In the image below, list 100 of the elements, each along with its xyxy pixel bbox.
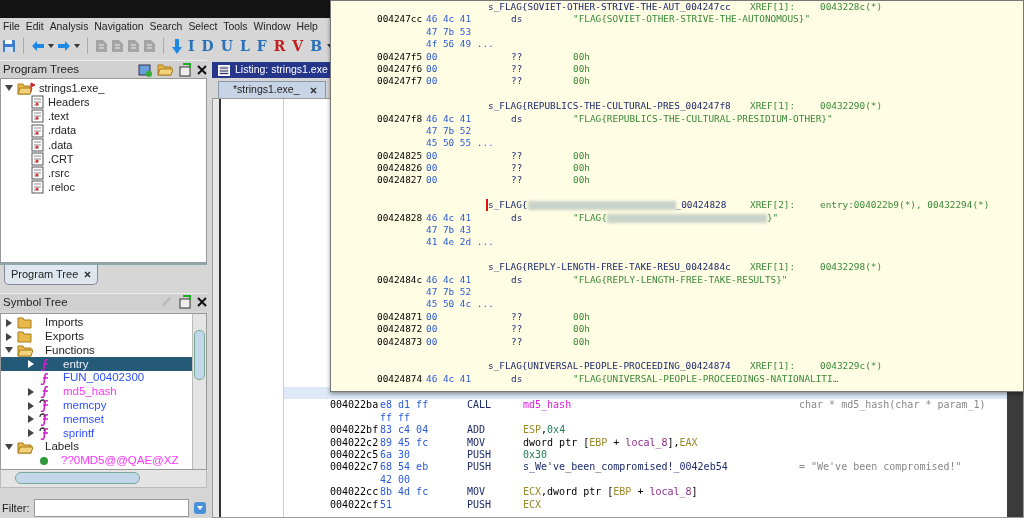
caret-icon[interactable] xyxy=(27,415,35,424)
xref-address[interactable]: 0043228c(*) xyxy=(820,1,883,14)
xref-address[interactable]: 00432298(*) xyxy=(820,261,883,274)
close-icon[interactable] xyxy=(197,64,207,75)
toolbar-button[interactable]: R xyxy=(271,38,288,54)
caret-icon[interactable] xyxy=(27,387,35,396)
file-tab[interactable]: *strings1.exe_ xyxy=(218,81,326,98)
scrollbar-thumb[interactable] xyxy=(194,330,205,380)
mnemonic: ?? xyxy=(511,75,524,88)
menu-item[interactable]: Tools xyxy=(223,20,248,34)
caret-icon[interactable] xyxy=(5,346,13,355)
tab-label: *strings1.exe_ xyxy=(233,82,300,98)
caret-icon[interactable] xyxy=(5,332,13,341)
byte-values: 42 00 xyxy=(380,473,412,487)
menu-item[interactable]: Window xyxy=(253,20,291,34)
caret-icon[interactable] xyxy=(5,318,13,327)
tree-row[interactable]: Labels xyxy=(1,440,192,454)
caret-icon[interactable] xyxy=(48,44,54,48)
xref-address[interactable]: entry:004022b9(*), 00432294(*) xyxy=(820,199,990,212)
tree-item-label: ??0MD5@@QAE@XZ xyxy=(61,453,179,469)
menu-item[interactable]: Edit xyxy=(25,20,44,34)
filter-icon[interactable] xyxy=(193,501,207,516)
mnemonic: ds xyxy=(511,372,524,386)
tree-row[interactable]: Exports xyxy=(1,329,192,344)
tree-row[interactable]: Imports xyxy=(1,316,192,330)
menu-item[interactable]: Navigation xyxy=(94,20,144,34)
mnemonic: MOV xyxy=(467,436,487,450)
close-icon[interactable] xyxy=(309,86,317,94)
menu-item[interactable]: Search xyxy=(149,20,183,34)
toolbar-button[interactable]: U xyxy=(218,38,235,54)
export-icon[interactable] xyxy=(178,295,192,310)
scrollbar-thumb[interactable] xyxy=(15,472,140,485)
xref-label: XREF[1]: xyxy=(750,261,797,274)
close-icon[interactable] xyxy=(84,271,92,279)
tree-item[interactable]: .text xyxy=(48,108,69,125)
thunk-function-icon xyxy=(39,426,51,440)
toolbar-button[interactable]: V xyxy=(290,38,306,54)
tree-item[interactable]: Headers xyxy=(48,94,90,111)
new-tree-icon[interactable] xyxy=(138,62,152,77)
string-value: "FLAG{UNIVERSAL-PEOPLE-PROCEEDINGS-NATIONALITI… xyxy=(573,372,839,386)
save-icon[interactable] xyxy=(2,39,16,53)
mnemonic: ?? xyxy=(511,50,524,63)
tree-row[interactable]: FUN_00402300 xyxy=(1,371,192,385)
address: 00424825 xyxy=(377,149,424,163)
address: 0042484c xyxy=(377,273,424,286)
menu-item[interactable]: File xyxy=(3,20,20,34)
label-dot-icon xyxy=(39,455,49,466)
byte-values: 8b 4d fc xyxy=(380,486,430,499)
tree-row[interactable]: memcpy xyxy=(1,398,192,413)
caret-icon[interactable] xyxy=(27,401,35,410)
xref-label: XREF[1]: xyxy=(750,100,797,113)
caret-icon[interactable] xyxy=(5,84,13,93)
byte-values: 00 xyxy=(426,149,439,163)
byte-values: 47 7b 52 xyxy=(426,124,472,138)
toolbar-button[interactable]: D xyxy=(199,38,216,54)
mnemonic: ?? xyxy=(511,62,524,76)
tree-row[interactable]: memset xyxy=(1,412,192,427)
byte-values: 46 4c 41 xyxy=(426,112,473,125)
toolbar-button[interactable]: F xyxy=(254,38,269,54)
caret-icon[interactable] xyxy=(27,429,35,438)
folder-icon xyxy=(17,316,33,330)
xref-address[interactable]: 0043229c(*) xyxy=(820,360,883,373)
caret-icon[interactable] xyxy=(74,44,80,48)
label-name: s_FLAG{REPLY-LENGTH-FREE-TAKE-RESU_0042484c xyxy=(488,261,731,274)
comment: char * md5_hash(char * param_1) xyxy=(799,399,987,412)
tree-item[interactable]: strings1.exe_ xyxy=(39,79,105,97)
toolbar-button[interactable]: I xyxy=(186,38,197,54)
caret-icon[interactable] xyxy=(27,360,35,369)
address: 004247cc xyxy=(377,13,424,26)
mnemonic: PUSH xyxy=(467,461,493,474)
toolbar-button[interactable]: B xyxy=(308,38,325,54)
address: 004247f5 xyxy=(377,50,424,63)
tree-item[interactable]: .rdata xyxy=(48,122,77,139)
byte-values: 00 xyxy=(426,162,439,175)
caret-icon[interactable] xyxy=(5,443,13,452)
xref-address[interactable]: 00432290(*) xyxy=(820,100,883,113)
menu-item[interactable]: Analysis xyxy=(49,20,89,34)
address: 004247f8 xyxy=(377,112,424,125)
mnemonic: ds xyxy=(511,273,524,286)
byte-values: 4f 56 49 ... xyxy=(426,38,494,51)
tree-item-label: Imports xyxy=(45,315,84,331)
export-icon[interactable] xyxy=(178,62,192,77)
panel-tab[interactable]: Program Tree xyxy=(4,265,99,285)
tree-item[interactable]: .reloc xyxy=(48,179,75,196)
down-arrow-icon[interactable] xyxy=(171,38,183,54)
close-icon[interactable] xyxy=(197,297,207,308)
tree-row[interactable]: Functions xyxy=(1,343,192,358)
menu-item[interactable]: Help xyxy=(296,20,318,34)
document-icon xyxy=(31,109,44,124)
string-value: 00h xyxy=(573,310,590,324)
mnemonic: ?? xyxy=(511,149,524,163)
byte-values: 68 54 eb xyxy=(380,461,430,474)
filter-field[interactable] xyxy=(33,499,189,518)
function-icon xyxy=(39,357,51,371)
string-value: 00h xyxy=(573,50,590,63)
tree-row[interactable]: sprintf xyxy=(1,426,192,441)
menu-item[interactable]: Select xyxy=(188,20,218,34)
tree-row[interactable]: entry xyxy=(1,357,192,372)
toolbar-button[interactable]: L xyxy=(237,38,252,54)
address: 004022c2 xyxy=(330,436,380,450)
